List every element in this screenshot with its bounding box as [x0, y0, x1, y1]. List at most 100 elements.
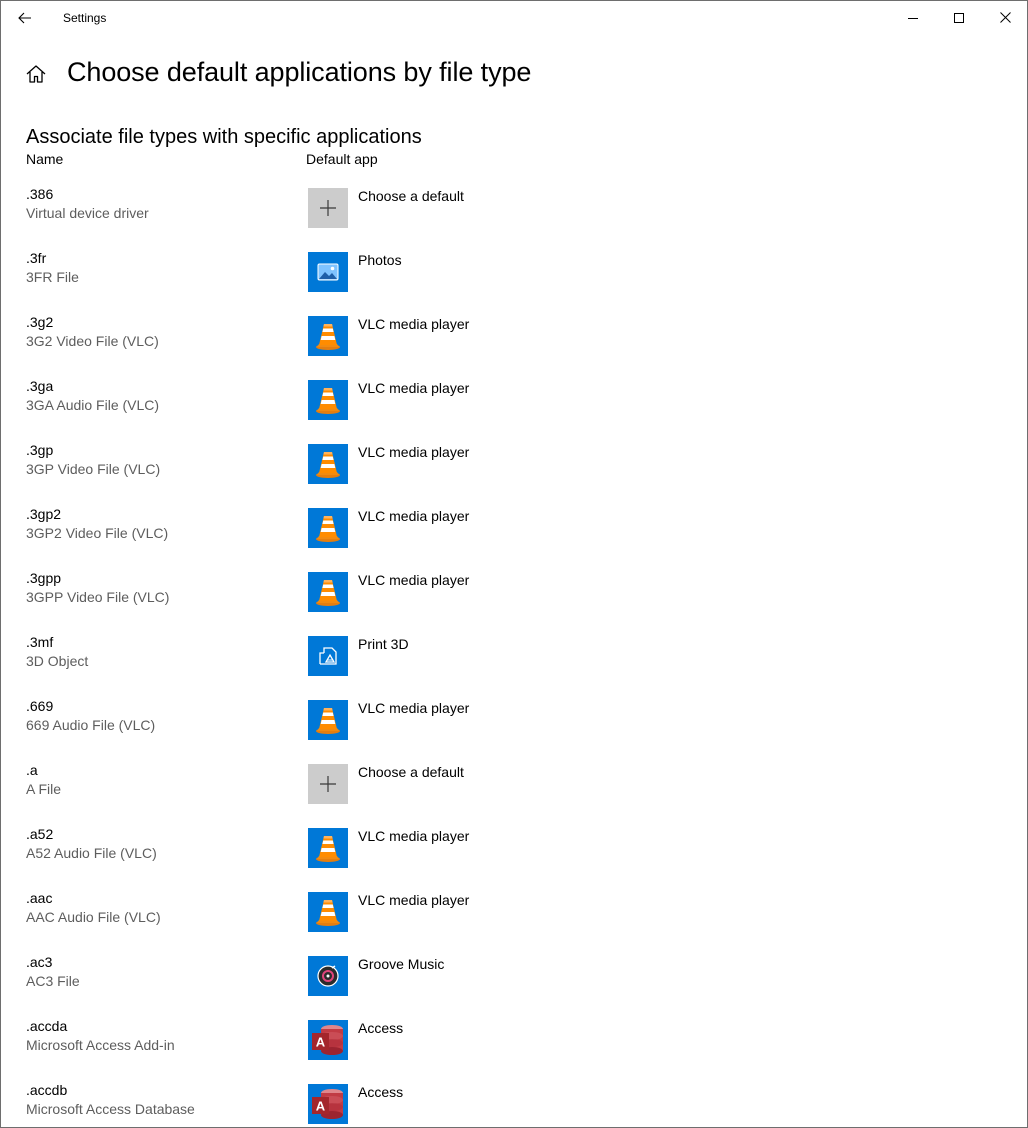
- default-app-button[interactable]: VLC media player: [306, 570, 506, 614]
- section-title: Associate file types with specific appli…: [26, 126, 422, 148]
- vlc-icon: [308, 828, 348, 868]
- file-type-row-3gpp: .3gpp 3GPP Video File (VLC) VLC media pl…: [1, 570, 1027, 634]
- default-app-button[interactable]: VLC media player: [306, 698, 506, 742]
- file-extension: .a52: [26, 826, 54, 842]
- file-extension: .3g2: [26, 314, 54, 330]
- minimize-icon: [908, 13, 918, 23]
- file-type-row-3gp2: .3gp2 3GP2 Video File (VLC) VLC media pl…: [1, 506, 1027, 570]
- close-icon: [999, 12, 1011, 23]
- file-type-row-3ga: .3ga 3GA Audio File (VLC) VLC media play…: [1, 378, 1027, 442]
- file-type-description: 3FR File: [26, 269, 79, 285]
- default-app-name: VLC media player: [358, 572, 470, 588]
- file-type-row-accdb: .accdb Microsoft Access Database A Acces…: [1, 1082, 1027, 1127]
- file-type-row-3fr: .3fr 3FR File Photos: [1, 250, 1027, 314]
- print3d-icon: [308, 636, 348, 676]
- back-arrow-icon: [18, 12, 32, 24]
- default-app-name: Access: [358, 1020, 404, 1036]
- default-app-button[interactable]: VLC media player: [306, 314, 506, 358]
- file-extension: .accda: [26, 1018, 68, 1034]
- default-app-name: VLC media player: [358, 316, 470, 332]
- default-app-button[interactable]: Groove Music: [306, 954, 506, 998]
- file-extension: .3mf: [26, 634, 54, 650]
- file-type-list: .386 Virtual device driver Choose a defa…: [1, 186, 1027, 1127]
- default-app-button[interactable]: VLC media player: [306, 826, 506, 870]
- maximize-icon: [954, 12, 964, 23]
- default-app-button[interactable]: VLC media player: [306, 378, 506, 422]
- minimize-button[interactable]: [890, 1, 936, 34]
- page-title: Choose default applications by file type: [67, 57, 532, 87]
- svg-text:A: A: [316, 1035, 326, 1050]
- file-type-row-ac3: .ac3 AC3 File Groove Music: [1, 954, 1027, 1018]
- file-extension: .3ga: [26, 378, 54, 394]
- access-icon: A: [308, 1084, 348, 1124]
- file-extension: .accdb: [26, 1082, 68, 1098]
- default-app-button[interactable]: Print 3D: [306, 634, 506, 678]
- window-title: Settings: [63, 11, 107, 25]
- file-extension: .a: [26, 762, 38, 778]
- file-extension: .3gp2: [26, 506, 62, 522]
- vlc-icon: [308, 444, 348, 484]
- file-type-row-accda: .accda Microsoft Access Add-in A Access: [1, 1018, 1027, 1082]
- default-app-button[interactable]: Choose a default: [306, 186, 506, 230]
- file-extension: .3gpp: [26, 570, 62, 586]
- file-type-row-aac: .aac AAC Audio File (VLC) VLC media play…: [1, 890, 1027, 954]
- groove-icon: [308, 956, 348, 996]
- default-app-button[interactable]: Photos: [306, 250, 506, 294]
- file-extension: .3gp: [26, 442, 54, 458]
- file-type-row-a52: .a52 A52 Audio File (VLC) VLC media play…: [1, 826, 1027, 890]
- default-app-name: VLC media player: [358, 828, 470, 844]
- vlc-icon: [308, 572, 348, 612]
- file-type-description: 3D Object: [26, 653, 89, 669]
- home-icon[interactable]: [25, 63, 47, 85]
- default-app-name: Choose a default: [358, 188, 464, 204]
- file-type-description: Virtual device driver: [26, 205, 149, 221]
- maximize-button[interactable]: [936, 1, 982, 34]
- vlc-icon: [308, 700, 348, 740]
- default-app-name: Photos: [358, 252, 402, 268]
- default-app-name: Groove Music: [358, 956, 445, 972]
- vlc-icon: [308, 892, 348, 932]
- file-type-description: 3GA Audio File (VLC): [26, 397, 160, 413]
- file-extension: .ac3: [26, 954, 53, 970]
- vlc-icon: [308, 316, 348, 356]
- plus-icon: [308, 188, 348, 228]
- default-app-name: VLC media player: [358, 700, 470, 716]
- file-type-description: AAC Audio File (VLC): [26, 909, 161, 925]
- file-extension: .aac: [26, 890, 53, 906]
- close-button[interactable]: [982, 1, 1027, 34]
- default-app-name: Print 3D: [358, 636, 409, 652]
- default-app-button[interactable]: Choose a default: [306, 762, 506, 806]
- file-type-description: Microsoft Access Database: [26, 1101, 195, 1117]
- file-extension: .386: [26, 186, 54, 202]
- file-type-row-386: .386 Virtual device driver Choose a defa…: [1, 186, 1027, 250]
- vlc-icon: [308, 508, 348, 548]
- file-type-row-a: .a A File Choose a default: [1, 762, 1027, 826]
- svg-text:A: A: [316, 1099, 326, 1114]
- plus-icon: [308, 764, 348, 804]
- access-icon: A: [308, 1020, 348, 1060]
- default-app-name: VLC media player: [358, 444, 470, 460]
- file-type-description: Microsoft Access Add-in: [26, 1037, 175, 1053]
- default-app-name: VLC media player: [358, 380, 470, 396]
- file-type-description: 3GP2 Video File (VLC): [26, 525, 169, 541]
- file-type-row-669: .669 669 Audio File (VLC) VLC media play…: [1, 698, 1027, 762]
- file-type-row-3gp: .3gp 3GP Video File (VLC) VLC media play…: [1, 442, 1027, 506]
- file-type-description: 669 Audio File (VLC): [26, 717, 156, 733]
- default-app-name: Access: [358, 1084, 404, 1100]
- default-app-name: VLC media player: [358, 892, 470, 908]
- default-app-button[interactable]: VLC media player: [306, 890, 506, 934]
- file-type-row-3g2: .3g2 3G2 Video File (VLC) VLC media play…: [1, 314, 1027, 378]
- column-header-name: Name: [26, 151, 64, 167]
- back-button[interactable]: [9, 3, 41, 33]
- default-app-button[interactable]: VLC media player: [306, 506, 506, 550]
- default-app-button[interactable]: A Access: [306, 1018, 506, 1062]
- settings-window: Settings Choose default applications by …: [0, 0, 1028, 1128]
- default-app-button[interactable]: VLC media player: [306, 442, 506, 486]
- file-extension: .3fr: [26, 250, 47, 266]
- default-app-name: Choose a default: [358, 764, 464, 780]
- title-bar: Settings: [1, 1, 1027, 34]
- file-type-description: AC3 File: [26, 973, 80, 989]
- file-type-description: 3GP Video File (VLC): [26, 461, 161, 477]
- file-type-description: A File: [26, 781, 62, 797]
- default-app-button[interactable]: A Access: [306, 1082, 506, 1126]
